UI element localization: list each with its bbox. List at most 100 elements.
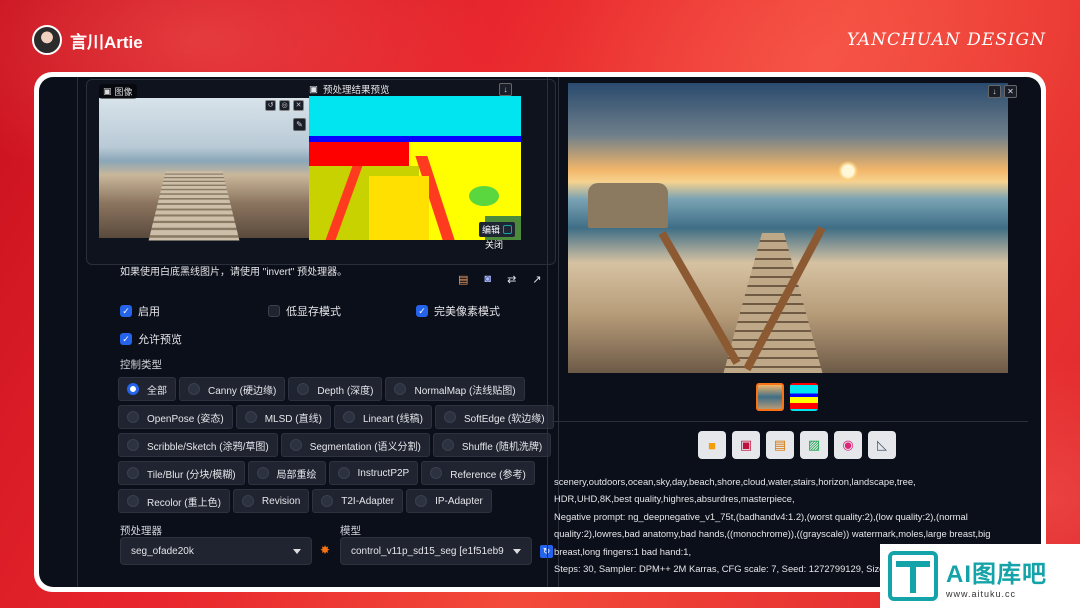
image-tools-row: ▤ ◙ ⇄ ↗ <box>458 273 542 286</box>
control-type-option[interactable]: InstructP2P <box>328 461 419 485</box>
radio-icon <box>321 495 334 507</box>
radio-icon <box>441 439 454 451</box>
control-type-option[interactable]: OpenPose (姿态) <box>118 405 233 429</box>
webui-app: ▣ 图像 ↺ ◎ ✕ ✎ ▣ 预处理结果预览 ↓ 编辑 关闭 如果使用白底黑线图… <box>39 77 1041 587</box>
radio-icon <box>289 439 302 451</box>
stairs-shape <box>148 171 240 241</box>
control-type-option[interactable]: Depth (深度) <box>288 377 383 401</box>
ruler-icon: ◺ <box>877 437 887 452</box>
segmentation-preview <box>309 96 521 240</box>
control-type-option[interactable]: Tile/Blur (分块/模糊) <box>118 461 245 485</box>
watermark-text: AI图库吧 www.aituku.cc <box>946 554 1047 599</box>
zip-button[interactable]: ▤ <box>766 431 794 459</box>
control-type-option[interactable]: 全部 <box>118 377 176 401</box>
radio-row: OpenPose (姿态) MLSD (直线) Lineart (线稿) SoftEd… <box>118 405 558 429</box>
control-type-label: Recolor (重上色) <box>147 497 221 509</box>
radio-row: Tile/Blur (分块/模糊) 局部重绘 InstructP2P Referenc… <box>118 461 558 485</box>
control-type-option[interactable]: 局部重绘 <box>247 461 326 485</box>
thumbnail-output[interactable] <box>756 383 784 411</box>
chevron-down-icon <box>293 548 301 554</box>
brand-name: 言川Artie <box>70 32 143 52</box>
radio-icon <box>127 439 139 451</box>
radio-icon <box>127 411 139 423</box>
download-icon[interactable]: ↓ <box>499 83 512 96</box>
preview-title: ▣ 预处理结果预览 <box>309 83 390 97</box>
control-type-option[interactable]: Scribble/Sketch (涂鸦/草图) <box>118 433 278 457</box>
railing-left <box>658 231 741 365</box>
new-canvas-icon[interactable]: ▤ <box>458 273 468 286</box>
eraser-icon[interactable]: ◎ <box>279 100 290 111</box>
folder-icon: ■ <box>708 437 716 453</box>
control-type-label: OpenPose (姿态) <box>147 413 224 425</box>
allow-preview-checkbox[interactable]: ✓ 允许预览 <box>120 331 182 347</box>
checkbox-icon: ✓ <box>120 333 132 345</box>
preprocessor-select[interactable]: seg_ofade20k <box>120 537 312 565</box>
thumbnail-strip <box>756 383 818 411</box>
prompt-line: scenery,outdoors,ocean,sky,day,beach,sho… <box>554 476 916 487</box>
input-image[interactable] <box>99 98 309 241</box>
undo-icon[interactable]: ↺ <box>265 100 276 111</box>
control-type-label: 局部重绘 <box>276 469 317 481</box>
save-icon: ▣ <box>739 437 753 452</box>
radio-icon <box>244 411 257 423</box>
brand-right: YANCHUAN DESIGN <box>846 30 1046 50</box>
close-button[interactable]: 关闭 <box>485 238 503 251</box>
control-type-option[interactable]: NormalMap (法线贴图) <box>385 377 525 401</box>
pencil-icon[interactable]: ✎ <box>293 118 306 131</box>
radio-icon <box>443 411 456 423</box>
lowvram-checkbox[interactable]: 低显存模式 <box>268 303 341 319</box>
output-image[interactable] <box>568 83 1008 373</box>
control-type-label: Depth (深度) <box>317 385 374 397</box>
control-type-label: MLSD (直线) <box>264 413 322 425</box>
control-type-option[interactable]: Shuffle (随机洗牌) <box>432 433 552 457</box>
watermark-url: www.aituku.cc <box>946 588 1017 599</box>
swap-icon[interactable]: ⇄ <box>507 273 516 286</box>
thumbnail-segmentation[interactable] <box>790 383 818 411</box>
radio-icon <box>127 495 139 507</box>
radio-icon <box>256 467 269 479</box>
close-icon[interactable]: ✕ <box>293 100 304 111</box>
send-icon[interactable]: ↗ <box>532 273 541 286</box>
control-type-label: InstructP2P <box>357 467 410 479</box>
radio-icon <box>297 383 310 395</box>
run-preprocessor-icon[interactable]: ✸ <box>320 543 330 557</box>
enable-checkbox[interactable]: ✓ 启用 <box>120 303 160 319</box>
control-type-label: Scribble/Sketch (涂鸦/草图) <box>147 441 269 453</box>
control-type-option[interactable]: SoftEdge (软边缘) <box>434 405 554 429</box>
camera-icon[interactable]: ◙ <box>484 273 491 286</box>
control-type-label: SoftEdge (软边缘) <box>463 413 545 425</box>
control-type-option[interactable]: MLSD (直线) <box>235 405 331 429</box>
control-type-option[interactable]: Revision <box>232 489 310 513</box>
avatar <box>32 25 62 55</box>
control-type-option[interactable]: Segmentation (语义分割) <box>280 433 430 457</box>
open-folder-button[interactable]: ■ <box>698 431 726 459</box>
control-type-label: Lineart (线稿) <box>362 413 423 425</box>
pixel-perfect-checkbox[interactable]: ✓ 完美像素模式 <box>416 303 500 319</box>
close-icon[interactable]: ✕ <box>1004 85 1017 98</box>
radio-icon <box>188 383 200 395</box>
control-type-label: IP-Adapter <box>435 495 483 507</box>
output-panel: ↓ ✕ ■ ▣ ▤ ▨ ◉ ◺ scenery,outdoors,ocean,s… <box>547 77 1033 587</box>
control-type-option[interactable]: Canny (硬边缘) <box>179 377 286 401</box>
download-icon[interactable]: ↓ <box>988 85 1001 98</box>
edit-button[interactable]: 编辑 <box>479 222 516 237</box>
control-type-option[interactable]: Reference (参考) <box>421 461 535 485</box>
control-type-option[interactable]: T2I-Adapter <box>312 489 404 513</box>
seg-stairs <box>369 176 429 240</box>
radio-icon <box>127 383 139 395</box>
save-button[interactable]: ▣ <box>732 431 760 459</box>
control-type-option[interactable]: Lineart (线稿) <box>333 405 432 429</box>
control-type-option[interactable]: Recolor (重上色) <box>118 489 230 513</box>
chevron-down-icon <box>513 548 521 554</box>
control-type-label: Canny (硬边缘) <box>208 385 277 397</box>
control-type-option[interactable]: IP-Adapter <box>406 489 492 513</box>
controlnet-panel: ▣ 图像 ↺ ◎ ✕ ✎ ▣ 预处理结果预览 ↓ 编辑 关闭 如果使用白底黑线图… <box>77 77 559 587</box>
send-to-inpaint-button[interactable]: ◉ <box>834 431 862 459</box>
model-select[interactable]: control_v11p_sd15_seg [e1f51eb9 <box>340 537 532 565</box>
radio-row: 全部 Canny (硬边缘) Depth (深度) NormalMap (法线贴图) <box>118 377 558 401</box>
invert-hint: 如果使用白底黑线图片，请使用 "invert" 预处理器。 <box>120 267 348 278</box>
send-to-img2img-button[interactable]: ▨ <box>800 431 828 459</box>
send-to-extras-button[interactable]: ◺ <box>868 431 896 459</box>
control-type-label: Reference (参考) <box>450 469 526 481</box>
control-type-label: 控制类型 <box>120 359 162 371</box>
